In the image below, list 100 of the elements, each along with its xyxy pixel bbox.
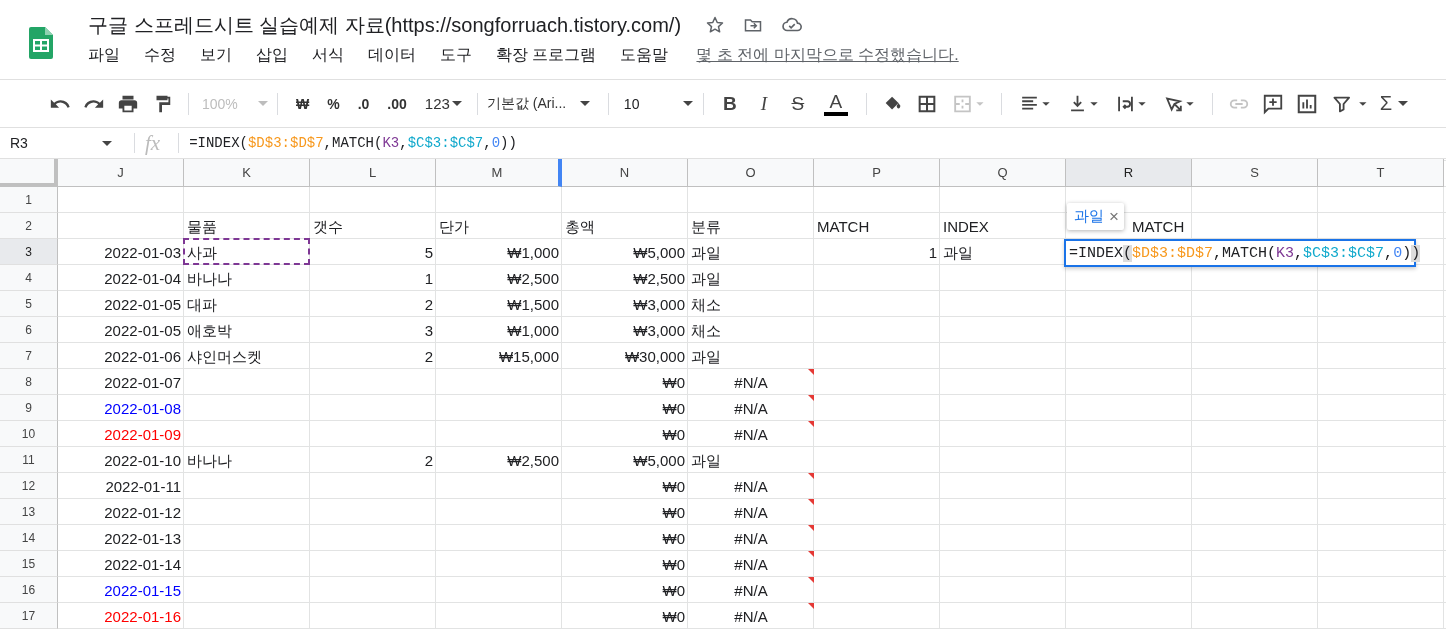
column-header[interactable]: Q	[940, 159, 1066, 187]
caret-icon[interactable]	[102, 140, 112, 146]
column-header[interactable]: P	[814, 159, 940, 187]
menu-item[interactable]: 파일	[88, 45, 120, 66]
formula-field[interactable]: =INDEX($D$3:$D$7,MATCH(K3,$C$3:$C$7,0))	[189, 135, 517, 151]
table-cell: 2022-01-13	[104, 530, 181, 548]
table-cell: 1	[424, 270, 433, 288]
error-marker-icon	[808, 551, 814, 557]
row-header[interactable]: 8	[0, 369, 58, 395]
text-style-button[interactable]: I	[755, 92, 772, 115]
table-cell: ₩3,000	[633, 296, 685, 314]
row-header[interactable]: 10	[0, 421, 58, 447]
table-cell: ₩2,500	[507, 270, 559, 288]
column-header[interactable]: O	[688, 159, 814, 187]
table-cell: ₩0	[662, 582, 685, 600]
document-title[interactable]: 구글 스프레드시트 실습예제 자료(https://songforruach.tistory.com/)	[88, 11, 682, 39]
row-header[interactable]: 5	[0, 291, 58, 317]
table-cell: ₩1,500	[507, 296, 559, 314]
add-comment-icon[interactable]	[1261, 92, 1284, 115]
table-cell: 2	[424, 296, 433, 314]
caret-icon[interactable]	[1398, 101, 1409, 106]
menu-item[interactable]: 삽입	[256, 45, 288, 66]
table-cell: ₩0	[662, 530, 685, 548]
table-cell: 과일	[691, 348, 721, 366]
table-cell: 2022-01-08	[104, 400, 181, 418]
caret-icon[interactable]	[451, 101, 462, 106]
format-button[interactable]: 123	[424, 95, 450, 112]
format-button[interactable]: .0	[357, 95, 370, 112]
column-header[interactable]: R	[1066, 159, 1192, 187]
error-marker-icon	[808, 395, 814, 401]
functions-button[interactable]: Σ	[1379, 92, 1409, 115]
error-marker-icon	[808, 603, 814, 609]
table-cell: MATCH	[817, 218, 870, 236]
table-cell: ₩5,000	[633, 452, 685, 470]
row-header[interactable]: 15	[0, 551, 58, 577]
format-button[interactable]: ₩	[296, 95, 310, 112]
table-cell: ₩0	[662, 400, 685, 418]
row-header[interactable]: 14	[0, 525, 58, 551]
text-style-button[interactable]: A	[823, 91, 848, 116]
format-button[interactable]: %	[327, 95, 340, 112]
error-cell: #N/A	[734, 374, 768, 392]
star-icon[interactable]	[705, 15, 726, 35]
menu-item[interactable]: 서식	[312, 45, 344, 66]
table-cell: ₩0	[662, 608, 685, 626]
column-header[interactable]: S	[1192, 159, 1318, 187]
error-cell: #N/A	[734, 478, 768, 496]
text-style-button[interactable]: S	[789, 92, 806, 115]
chart-icon[interactable]	[1295, 92, 1318, 115]
row-header[interactable]: 17	[0, 603, 58, 629]
row-header[interactable]: 12	[0, 473, 58, 499]
menu-item[interactable]: 보기	[200, 45, 232, 66]
table-cell: 채소	[691, 296, 721, 314]
sheets-logo-icon[interactable]	[29, 26, 53, 60]
row-header[interactable]: 7	[0, 343, 58, 369]
table-cell: ₩0	[662, 504, 685, 522]
row-header[interactable]: 16	[0, 577, 58, 603]
error-cell: #N/A	[734, 556, 768, 574]
error-marker-icon	[808, 499, 814, 505]
column-header[interactable]: N	[562, 159, 688, 187]
table-cell: 2022-01-14	[104, 556, 181, 574]
table-cell: ₩5,000	[633, 244, 685, 262]
row-header[interactable]: 3	[0, 239, 58, 265]
font-size-dropdown[interactable]: 10	[617, 95, 694, 112]
table-cell: 분류	[691, 218, 721, 236]
menu-item[interactable]: 확장 프로그램	[496, 45, 597, 66]
table-cell: 1	[928, 244, 937, 262]
close-button[interactable]: ×	[1109, 208, 1119, 225]
table-cell: ₩0	[662, 426, 685, 444]
table-cell: 2022-01-04	[104, 270, 181, 288]
text-style-button[interactable]: B	[721, 92, 738, 115]
table-cell: 2022-01-11	[105, 478, 181, 496]
row-header[interactable]: 4	[0, 265, 58, 291]
format-button[interactable]: .00	[387, 95, 407, 112]
table-cell: MATCH	[1132, 218, 1185, 236]
row-header[interactable]: 1	[0, 187, 58, 213]
function-label: fx	[145, 130, 161, 156]
column-header[interactable]: K	[184, 159, 310, 187]
caret-icon[interactable]	[580, 101, 591, 106]
table-cell: ₩15,000	[498, 348, 559, 366]
row-header[interactable]: 13	[0, 499, 58, 525]
row-header[interactable]: 11	[0, 447, 58, 473]
menu-item[interactable]: 도움말	[620, 45, 669, 66]
font-dropdown[interactable]: 기본값 (Ari...	[486, 94, 599, 113]
column-header[interactable]: J	[58, 159, 184, 187]
column-header[interactable]: M	[436, 159, 562, 187]
menu-item[interactable]: 도구	[440, 45, 472, 66]
last-edit-link[interactable]: 몇 초 전에 마지막으로 수정했습니다.	[696, 45, 959, 66]
row-header[interactable]: 6	[0, 317, 58, 343]
column-header[interactable]: T	[1318, 159, 1444, 187]
name-box[interactable]: R3	[0, 135, 112, 151]
row-header[interactable]: 2	[0, 213, 58, 239]
row-header[interactable]: 9	[0, 395, 58, 421]
caret-icon[interactable]	[683, 101, 694, 106]
menu-item[interactable]: 수정	[144, 45, 176, 66]
error-cell: #N/A	[734, 400, 768, 418]
tooltip-value: 과일	[1074, 207, 1104, 226]
column-header[interactable]: L	[310, 159, 436, 187]
menu-item[interactable]: 데이터	[368, 45, 416, 66]
table-cell: 과일	[943, 244, 973, 262]
table-cell: 2022-01-09	[104, 426, 181, 444]
